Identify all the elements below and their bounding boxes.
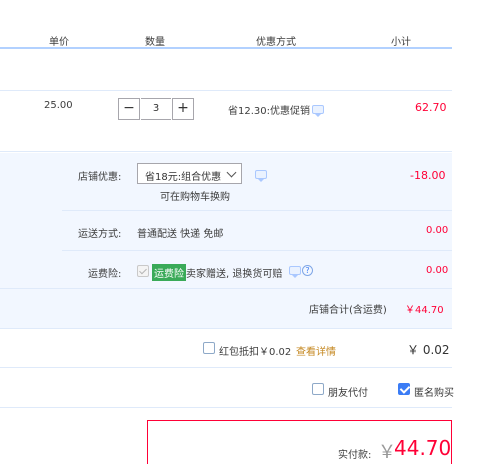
item-unit-price: 25.00 (44, 100, 73, 111)
item-subtotal: 62.70 (415, 101, 447, 114)
friend-pay-label: 朋友代付 (328, 388, 368, 399)
payment-amount: 44.70 (394, 436, 452, 460)
quantity-input[interactable]: 3 (141, 98, 171, 120)
shipping-amount: 0.00 (426, 225, 449, 236)
question-circle-icon[interactable]: ? (302, 265, 313, 276)
red-packet-amount: ￥ 0.02 (407, 343, 450, 357)
shop-discount-amount: -18.00 (410, 169, 446, 182)
insurance-checkbox (137, 265, 149, 277)
chevron-down-icon (226, 167, 237, 178)
divider (62, 210, 452, 211)
red-packet-detail-link[interactable]: 查看详情 (296, 343, 336, 358)
quantity-increment-button[interactable]: + (172, 98, 194, 120)
shop-total-label: 店铺合计(含运费) (309, 305, 387, 316)
insurance-label: 运费险: (88, 269, 122, 280)
anonymous-purchase-checkbox[interactable] (398, 383, 410, 395)
divider (62, 250, 452, 251)
shop-discount-hint: 可在购物车换购 (160, 192, 230, 203)
header-subtotal: 小计 (391, 37, 411, 48)
options-row (0, 369, 452, 408)
chat-bubble-icon[interactable] (312, 105, 324, 117)
shipping-label: 运送方式: (78, 229, 122, 240)
header-unit-price: 单价 (49, 37, 69, 48)
insurance-description: 卖家赠送, 退换货可赔 (186, 269, 283, 280)
insurance-amount: 0.00 (426, 265, 449, 276)
table-header: 单价 数量 优惠方式 小计 (0, 30, 452, 49)
red-packet-checkbox[interactable] (203, 342, 215, 354)
header-quantity: 数量 (145, 37, 165, 48)
shop-total-value: ￥44.70 (405, 305, 444, 316)
friend-pay-checkbox[interactable] (312, 383, 324, 395)
shipping-value: 普通配送 快递 免邮 (137, 229, 224, 240)
item-promo-text: 省12.30:优惠促销 (228, 106, 310, 117)
chat-bubble-icon[interactable] (289, 266, 301, 278)
shop-discount-select-value: 省18元:组合优惠 (145, 172, 222, 183)
quantity-decrement-button[interactable]: − (118, 98, 140, 120)
header-promotion: 优惠方式 (256, 37, 296, 48)
shop-discount-label: 店铺优惠: (78, 172, 122, 183)
insurance-tag: 运费险 (152, 264, 186, 281)
shop-discount-select[interactable]: 省18元:组合优惠 (137, 163, 242, 184)
payment-label: 实付款: (338, 450, 372, 461)
anonymous-purchase-label: 匿名购买 (414, 388, 454, 399)
chat-bubble-icon[interactable] (255, 170, 267, 182)
divider (0, 288, 452, 289)
red-packet-label: 红包抵扣￥0.02 (219, 347, 292, 358)
